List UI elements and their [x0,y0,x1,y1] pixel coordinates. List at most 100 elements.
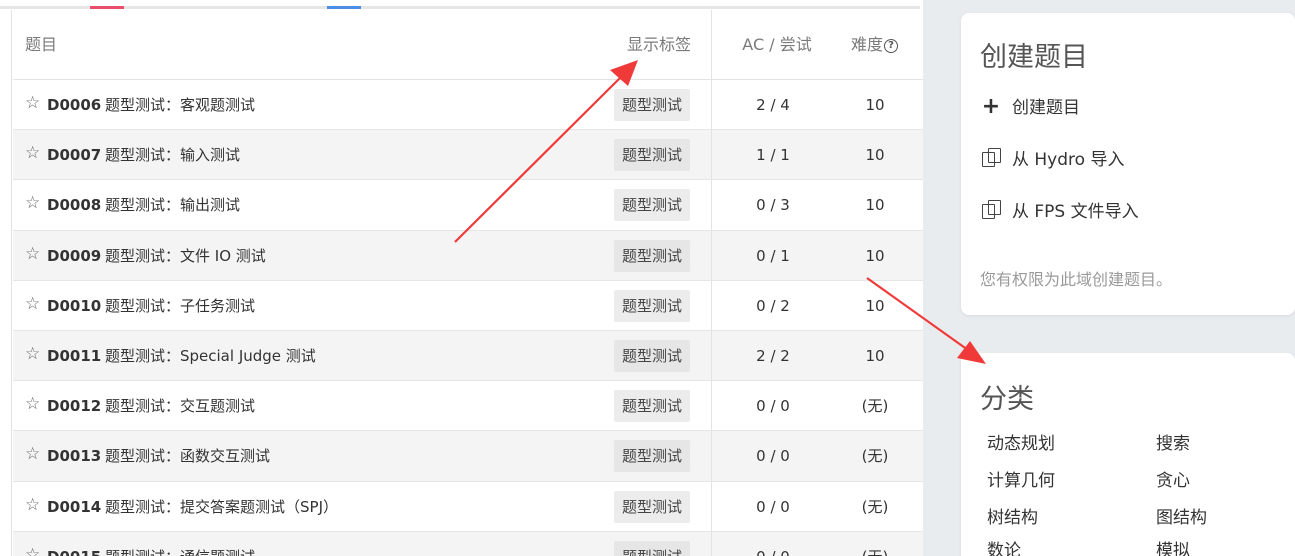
create-problem-card: 创建题目 + 创建题目 从 Hydro 导入 从 FPS 文件导入 您有权限为此域… [961,13,1295,315]
ac-count: 0 / 0 [756,497,790,516]
problem-title[interactable]: 题型测试：函数交互测试 [105,446,270,466]
table-header: 题目 显示标签 AC / 尝试 难度? [13,10,923,80]
import-hydro-link[interactable]: 从 Hydro 导入 [981,148,1124,172]
difficulty-value: (无) [861,397,889,416]
problem-tag[interactable]: 题型测试 [614,490,691,523]
category-item[interactable]: 数论 [987,540,1021,556]
table-row[interactable]: ☆ D0008 题型测试：输出测试 题型测试 0 / 3 10 [13,180,923,231]
problem-tag[interactable]: 题型测试 [614,139,691,172]
star-icon[interactable]: ☆ [25,193,40,213]
column-divider [711,381,712,431]
problem-title[interactable]: 题型测试：输出测试 [105,195,240,215]
ac-count: 0 / 0 [733,547,813,556]
difficulty-value: (无) [845,547,905,556]
category-item[interactable]: 模拟 [1156,540,1190,556]
problem-title[interactable]: 题型测试：子任务测试 [105,296,255,316]
table-body: ☆ D0006 题型测试：客观题测试 题型测试 2 / 4 10 ☆ D0007 题型测试：输入… [13,80,923,556]
column-divider [711,230,712,280]
header-ac: AC / 尝试 [742,35,812,54]
header-divider [711,10,712,80]
import-hydro-label: 从 Hydro 导入 [1012,150,1125,170]
problem-id[interactable]: D0015 [47,547,101,556]
table-row[interactable]: ☆ D0014 题型测试：提交答案题测试（SPJ） 题型测试 0 / 0 (无) [13,481,923,532]
problem-id[interactable]: D0013 [47,446,101,466]
category-item[interactable]: 树结构 [987,507,1038,529]
problem-id[interactable]: D0014 [47,497,101,517]
table-row[interactable]: ☆ D0013 题型测试：函数交互测试 题型测试 0 / 0 (无) [13,431,923,482]
star-icon[interactable]: ☆ [25,344,40,364]
header-difficulty-label: 难度 [851,35,884,54]
ac-count: 0 / 3 [756,196,790,215]
problem-tag[interactable]: 题型测试 [614,189,691,222]
category-item[interactable]: 计算几何 [987,470,1055,492]
header-title: 题目 [25,35,58,54]
column-divider [711,431,712,481]
difficulty-value: 10 [865,146,885,165]
star-icon[interactable]: ☆ [25,444,40,464]
help-icon[interactable]: ? [884,39,899,53]
column-divider [711,481,712,531]
show-tags-toggle[interactable]: 显示标签 [627,10,691,80]
problem-id[interactable]: D0011 [47,346,101,366]
star-icon[interactable]: ☆ [25,244,40,264]
star-icon[interactable]: ☆ [25,93,40,113]
difficulty-value: 10 [865,196,885,215]
tab-indicator-blue[interactable] [327,6,361,9]
category-card-title: 分类 [980,384,1034,415]
category-item[interactable]: 贪心 [1156,470,1190,492]
star-icon[interactable]: ☆ [25,143,40,163]
problem-id[interactable]: D0012 [47,396,101,416]
column-divider [711,280,712,330]
table-row[interactable]: ☆ D0012 题型测试：交互题测试 题型测试 0 / 0 (无) [13,381,923,432]
problem-tag[interactable]: 题型测试 [614,289,691,322]
problem-title[interactable]: 题型测试：通信题测试 [105,547,255,556]
problem-tag[interactable]: 题型测试 [614,440,691,473]
problem-tag[interactable]: 题型测试 [614,239,691,272]
tab-indicator-red[interactable] [90,6,124,9]
category-item[interactable]: 搜索 [1156,433,1190,455]
problem-title[interactable]: 题型测试：Special Judge 测试 [105,346,316,366]
table-row[interactable]: ☆ D0009 题型测试：文件 IO 测试 题型测试 0 / 1 10 [13,230,923,281]
import-fps-label: 从 FPS 文件导入 [1012,202,1139,222]
table-row[interactable]: ☆ D0011 题型测试：Special Judge 测试 题型测试 2 / 2 10 [13,330,923,382]
problem-title[interactable]: 题型测试：提交答案题测试（SPJ） [105,497,338,517]
star-icon[interactable]: ☆ [25,294,40,314]
problem-title[interactable]: 题型测试：输入测试 [105,145,240,165]
ac-count: 2 / 2 [756,346,790,365]
problem-title[interactable]: 题型测试：文件 IO 测试 [105,246,266,266]
table-row[interactable]: ☆ D0007 题型测试：输入测试 题型测试 1 / 1 10 [13,130,923,181]
category-item[interactable]: 动态规划 [987,433,1055,455]
problem-tag[interactable]: 题型测试 [614,89,691,121]
star-icon[interactable]: ☆ [25,394,40,414]
problem-tag[interactable]: 题型测试 [614,339,691,372]
table-row[interactable]: ☆ D0015 题型测试：通信题测试 题型测试 0 / 0 (无) [13,531,923,556]
ac-count: 2 / 4 [756,96,790,114]
difficulty-value: 10 [865,246,885,265]
import-fps-link[interactable]: 从 FPS 文件导入 [981,200,1139,224]
table-row[interactable]: ☆ D0010 题型测试：子任务测试 题型测试 0 / 2 10 [13,280,923,331]
create-problem-link[interactable]: + 创建题目 [981,95,1080,119]
column-divider [711,180,712,230]
column-divider [711,330,712,381]
problem-id[interactable]: D0010 [47,296,101,316]
tab-underline [0,6,920,9]
star-icon[interactable]: ☆ [25,545,40,556]
problem-title[interactable]: 题型测试：客观题测试 [105,95,255,115]
left-edge-column [0,10,12,556]
header-difficulty: 难度? [851,10,899,80]
problem-id[interactable]: D0007 [47,145,101,165]
problem-tag[interactable]: 题型测试 [614,390,691,423]
copy-icon [982,148,1001,168]
star-icon[interactable]: ☆ [25,495,40,515]
create-problem-label: 创建题目 [1012,98,1080,118]
create-card-title: 创建题目 [980,42,1088,73]
column-divider [711,130,712,180]
ac-count: 0 / 0 [756,447,790,466]
problem-id[interactable]: D0009 [47,246,101,266]
problem-id[interactable]: D0006 [47,95,101,115]
problem-id[interactable]: D0008 [47,195,101,215]
category-item[interactable]: 图结构 [1156,507,1207,529]
problem-title[interactable]: 题型测试：交互题测试 [105,396,255,416]
problem-tag[interactable]: 题型测试 [614,540,691,556]
table-row[interactable]: ☆ D0006 题型测试：客观题测试 题型测试 2 / 4 10 [13,80,923,131]
